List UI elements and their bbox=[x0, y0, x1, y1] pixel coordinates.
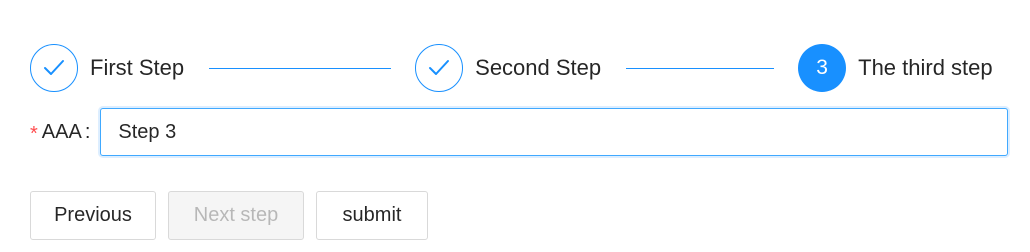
previous-button[interactable]: Previous bbox=[30, 191, 156, 240]
label-colon: : bbox=[84, 120, 91, 143]
step-number: 3 bbox=[816, 56, 828, 79]
check-icon bbox=[415, 44, 464, 92]
submit-button[interactable]: submit bbox=[316, 191, 428, 240]
step-second-title: Second Step bbox=[475, 55, 602, 80]
step-third-title: The third step bbox=[858, 55, 993, 80]
steps-bar: First Step Second Step 3 The third step bbox=[30, 44, 1014, 92]
step-first-title: First Step bbox=[90, 55, 185, 80]
required-mark: * bbox=[30, 123, 38, 145]
form-item-aaa: * AAA : bbox=[30, 108, 1009, 156]
button-group: Previous Next step submit bbox=[30, 191, 428, 240]
check-icon bbox=[30, 44, 78, 92]
steps-form-page: First Step Second Step 3 The third step … bbox=[0, 0, 1030, 252]
step-second: Second Step bbox=[415, 44, 601, 92]
field-label: AAA bbox=[41, 120, 82, 143]
step-first: First Step bbox=[30, 44, 184, 92]
step-third: 3 The third step bbox=[798, 44, 993, 92]
step-number-badge: 3 bbox=[798, 44, 847, 92]
step-connector-line bbox=[626, 67, 775, 69]
next-step-button[interactable]: Next step bbox=[168, 191, 304, 240]
aaa-input[interactable] bbox=[100, 108, 1009, 156]
step-connector-line bbox=[209, 67, 392, 69]
